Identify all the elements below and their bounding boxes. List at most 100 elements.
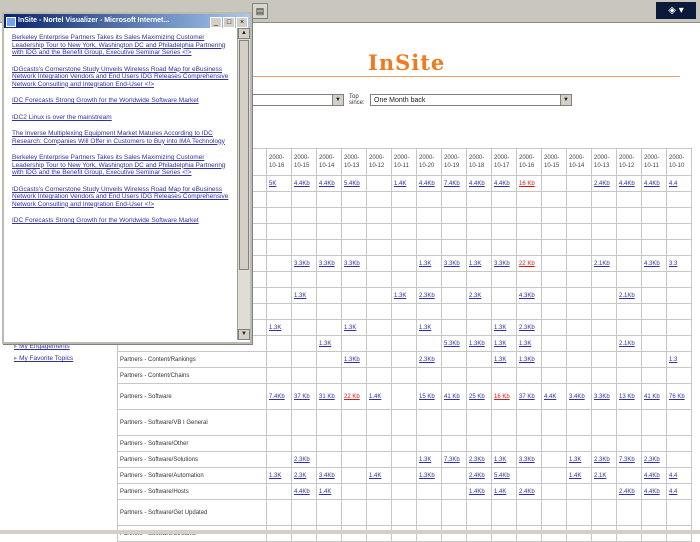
size-link[interactable]: 4.4Kb [419, 181, 435, 187]
size-link[interactable]: 1.3K [494, 357, 506, 363]
size-link[interactable]: 5.4Kb [344, 181, 360, 187]
category-select[interactable]: ▼ [248, 94, 344, 106]
size-link[interactable]: 3.3Kb [344, 261, 360, 267]
size-link[interactable]: 4.4Kb [644, 181, 660, 187]
size-link[interactable]: 4.3Kb [644, 261, 660, 267]
size-link[interactable]: 1.4K [369, 473, 381, 479]
size-link[interactable]: 3.3 [669, 261, 677, 267]
size-link[interactable]: 4.4Kb [619, 181, 635, 187]
size-link[interactable]: 2.1Kb [619, 293, 635, 299]
size-link[interactable]: 4.4 [669, 489, 677, 495]
size-link[interactable]: 16 Kb [494, 394, 510, 400]
size-link[interactable]: 3.4Kb [319, 473, 335, 479]
size-link[interactable]: 41 Kb [644, 394, 660, 400]
size-link[interactable]: 4.4Kb [294, 489, 310, 495]
size-link[interactable]: 2.3K [469, 293, 481, 299]
news-link[interactable]: IDGcasts's Cornerstone Study Unveils Wir… [12, 66, 232, 89]
size-link[interactable]: 13 Kb [619, 394, 635, 400]
size-link[interactable]: 3.4Kb [569, 394, 585, 400]
size-link[interactable]: 1.3K [469, 261, 481, 267]
size-link[interactable]: 2.3Kb [644, 457, 660, 463]
size-link[interactable]: 1.3K [494, 457, 506, 463]
size-link[interactable]: 2.4Kb [519, 489, 535, 495]
size-link[interactable]: 15 Kb [419, 394, 435, 400]
size-link[interactable]: 4.4 [669, 181, 677, 187]
size-link[interactable]: 1.3K [494, 325, 506, 331]
size-link[interactable]: 25 Kb [469, 394, 485, 400]
chevron-down-icon[interactable]: ▼ [332, 95, 343, 105]
size-link[interactable]: 1.4Kb [469, 489, 485, 495]
size-link[interactable]: 2.4Kb [594, 181, 610, 187]
size-link[interactable]: 37 Kb [294, 394, 310, 400]
size-link[interactable]: 4.4Kb [294, 181, 310, 187]
popup-scrollbar[interactable]: ▲ ▼ [237, 28, 250, 340]
news-link[interactable]: IDC2 Linux is over the mainstream [12, 114, 232, 122]
size-link[interactable]: 1.3K [419, 261, 431, 267]
size-link[interactable]: 2.1Kb [594, 261, 610, 267]
size-link[interactable]: 4.4Kb [319, 181, 335, 187]
news-link[interactable]: IDGcasts's Cornerstone Study Unveils Wir… [12, 186, 232, 209]
chevron-down-icon[interactable]: ▼ [560, 95, 571, 105]
minimize-icon[interactable]: _ [210, 17, 222, 28]
sidebar-link-my-favorite-topics[interactable]: My Favorite Topics [14, 354, 73, 362]
size-link[interactable]: 22 Kb [344, 394, 360, 400]
maximize-icon[interactable]: □ [223, 17, 235, 28]
size-link[interactable]: 1.3K [419, 457, 431, 463]
size-link[interactable]: 7.3Kb [619, 457, 635, 463]
size-link[interactable]: 3.3Kb [494, 261, 510, 267]
size-link[interactable]: 4.3Kb [519, 293, 535, 299]
popup-title-bar[interactable]: InSite - Nortel Visualizer - Microsoft I… [4, 14, 250, 28]
range-select[interactable]: One Month back ▼ [370, 94, 572, 106]
size-link[interactable]: 37 Kb [519, 394, 535, 400]
size-link[interactable]: 4.4Kb [469, 181, 485, 187]
news-link[interactable]: Berkeley Enterprise Partners Takes its S… [12, 34, 232, 57]
size-link[interactable]: 2.1Kb [619, 341, 635, 347]
size-link[interactable]: 2.3Kb [419, 357, 435, 363]
close-icon[interactable]: × [236, 17, 248, 28]
page-icon[interactable]: ▤ [252, 3, 268, 19]
size-link[interactable]: 7.3Kb [444, 457, 460, 463]
size-link[interactable]: 3.3Kb [594, 394, 610, 400]
size-link[interactable]: 76 Kb [669, 394, 685, 400]
size-link[interactable]: 7.4Kb [269, 394, 285, 400]
size-link[interactable]: 1.3K [394, 293, 406, 299]
news-link[interactable]: IDC Forecasts Strong Growth for the Worl… [12, 97, 232, 105]
size-link[interactable]: 3.3Kb [319, 261, 335, 267]
size-link[interactable]: 2.3Kb [594, 457, 610, 463]
size-link[interactable]: 4.4Kb [644, 489, 660, 495]
size-link[interactable]: 2.4Kb [469, 473, 485, 479]
size-link[interactable]: 1.4K [369, 394, 381, 400]
size-link[interactable]: 31 Kb [319, 394, 335, 400]
size-link[interactable]: 1.3K [269, 325, 281, 331]
size-link[interactable]: 1.3K [344, 325, 356, 331]
size-link[interactable]: 4.4 [669, 473, 677, 479]
size-link[interactable]: 1.3K [269, 473, 281, 479]
size-link[interactable]: 1.3K [494, 341, 506, 347]
size-link[interactable]: 4.4Kb [494, 181, 510, 187]
size-link[interactable]: 2.3Kb [519, 325, 535, 331]
size-link[interactable]: 41 Kb [444, 394, 460, 400]
size-link[interactable]: 3.3Kb [294, 261, 310, 267]
size-link[interactable]: 1.3 [669, 357, 677, 363]
size-link[interactable]: 16 Kb [519, 181, 535, 187]
news-link[interactable]: Berkeley Enterprise Partners Takes its S… [12, 154, 232, 177]
size-link[interactable]: 3.3Kb [444, 261, 460, 267]
size-link[interactable]: 2.1K [594, 473, 606, 479]
size-link[interactable]: 1.4K [569, 473, 581, 479]
size-link[interactable]: 3.3Kb [519, 457, 535, 463]
size-link[interactable]: 1.3K [319, 341, 331, 347]
size-link[interactable]: 1.3K [294, 293, 306, 299]
size-link[interactable]: 1.3K [419, 325, 431, 331]
size-link[interactable]: 4.4Kb [644, 473, 660, 479]
news-link[interactable]: The Inverse Multiplexing Equipment Marke… [12, 130, 232, 145]
size-link[interactable]: 1.3Kb [519, 357, 535, 363]
size-link[interactable]: 1.4K [494, 489, 506, 495]
size-link[interactable]: 1.3K [569, 457, 581, 463]
size-link[interactable]: 1.3K [519, 341, 531, 347]
size-link[interactable]: 7.4Kb [444, 181, 460, 187]
size-link[interactable]: 1.4K [394, 181, 406, 187]
size-link[interactable]: 5.4Kb [494, 473, 510, 479]
size-link[interactable]: 1.3Kb [344, 357, 360, 363]
size-link[interactable]: 22 Kb [519, 261, 535, 267]
size-link[interactable]: 2.3Kb [419, 293, 435, 299]
